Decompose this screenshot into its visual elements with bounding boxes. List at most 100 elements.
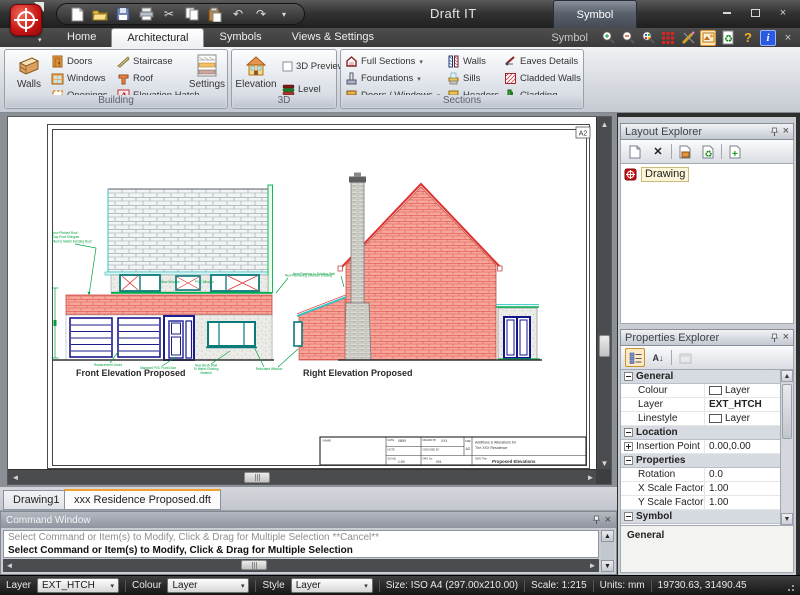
open-folder-icon[interactable] <box>92 6 108 22</box>
tab-home[interactable]: Home <box>52 28 111 47</box>
scroll-up-icon[interactable]: ▲ <box>601 530 614 542</box>
vertical-scroll-thumb[interactable] <box>782 384 792 439</box>
canvas-horizontal-scrollbar[interactable]: ◄ ► <box>8 469 598 484</box>
command-vertical-scrollbar[interactable]: ▲ ▼ <box>601 530 614 572</box>
application-menu-button[interactable]: ▾ <box>8 2 48 44</box>
layer-dropdown[interactable]: EXT_HTCH▾ <box>37 578 119 593</box>
settings-button[interactable]: Settings <box>187 52 227 96</box>
collapse-icon[interactable] <box>624 428 633 437</box>
pin-icon[interactable] <box>592 515 601 525</box>
style-dropdown[interactable]: Layer▾ <box>291 578 373 593</box>
new-layout-icon[interactable] <box>625 142 645 161</box>
property-group-location[interactable]: Location <box>621 426 780 440</box>
doc-tab-residence[interactable]: xxx Residence Proposed.dft <box>64 489 221 510</box>
tab-views-settings[interactable]: Views & Settings <box>277 28 389 47</box>
drawing-board-icon[interactable] <box>700 30 716 46</box>
sort-alphabetical-icon[interactable]: A↓ <box>648 348 668 367</box>
draw-mode-icon[interactable] <box>680 30 696 46</box>
snap-grid-icon[interactable] <box>660 30 676 46</box>
tab-symbols[interactable]: Symbols <box>204 28 276 47</box>
staircase-button[interactable]: Staircase <box>117 54 173 69</box>
scroll-up-icon[interactable]: ▲ <box>597 117 612 132</box>
vertical-scroll-thumb[interactable] <box>599 335 610 357</box>
scroll-right-icon[interactable]: ► <box>586 559 599 572</box>
foundations-button[interactable]: Foundations▾ <box>345 71 421 86</box>
help-icon[interactable]: ? <box>740 30 756 46</box>
save-icon[interactable] <box>115 6 131 22</box>
property-row-layer[interactable]: LayerEXT_HTCH <box>621 398 780 412</box>
property-row-xscale[interactable]: X Scale Factor1.00 <box>621 482 780 496</box>
collapse-icon[interactable] <box>624 456 633 465</box>
layout-up-icon[interactable] <box>675 142 695 161</box>
property-row-insertion-point[interactable]: Insertion Point0.00,0.00 <box>621 440 780 454</box>
expand-icon[interactable] <box>624 442 633 451</box>
horizontal-scroll-thumb[interactable] <box>241 560 267 570</box>
sills-button[interactable]: Sills <box>447 71 480 86</box>
scroll-down-icon[interactable]: ▼ <box>781 513 793 525</box>
regenerate-icon[interactable]: ♻ <box>720 30 736 46</box>
roof-button[interactable]: Roof <box>117 71 153 86</box>
dropdown-caret-icon[interactable]: ▾ <box>417 75 421 83</box>
pin-icon[interactable] <box>770 127 779 137</box>
command-history[interactable]: Select Command or Item(s) to Modify, Cli… <box>3 530 599 558</box>
close-panel-icon[interactable]: × <box>783 332 789 343</box>
maximize-button[interactable] <box>746 6 764 19</box>
layout-item-drawing[interactable]: Drawing <box>624 167 790 182</box>
undo-icon[interactable]: ↶ <box>230 6 246 22</box>
walls-button[interactable]: Walls <box>7 52 51 96</box>
property-row-yscale[interactable]: Y Scale Factor1.00 <box>621 496 780 510</box>
close-context-icon[interactable]: × <box>780 30 796 46</box>
minimize-button[interactable] <box>718 6 736 19</box>
canvas-vertical-scrollbar[interactable]: ▲ ▼ <box>596 117 611 471</box>
property-group-symbol[interactable]: Symbol <box>621 510 780 524</box>
windows-button[interactable]: Windows <box>51 71 106 86</box>
scroll-left-icon[interactable]: ◄ <box>8 470 23 485</box>
tab-architectural[interactable]: Architectural <box>111 28 204 47</box>
command-horizontal-scrollbar[interactable]: ◄ ► <box>3 559 599 572</box>
scroll-up-icon[interactable]: ▲ <box>781 370 793 382</box>
qat-dropdown-icon[interactable]: ▾ <box>276 6 292 22</box>
property-row-linestyle[interactable]: LinestyleLayer <box>621 412 780 426</box>
close-button[interactable]: × <box>774 6 792 19</box>
scroll-left-icon[interactable]: ◄ <box>3 559 16 572</box>
categorized-view-icon[interactable] <box>625 348 645 367</box>
cladded-walls-button[interactable]: Cladded Walls <box>504 71 581 86</box>
redo-icon[interactable]: ↷ <box>253 6 269 22</box>
zoom-in-icon[interactable] <box>600 30 616 46</box>
doors-button[interactable]: Doors <box>51 54 92 69</box>
refresh-layout-icon[interactable]: ♻ <box>698 142 718 161</box>
drawing-canvas[interactable]: A2 <box>7 116 612 485</box>
new-file-icon[interactable] <box>69 6 85 22</box>
doc-tab-drawing1[interactable]: Drawing1 <box>3 490 69 510</box>
colour-dropdown[interactable]: Layer▾ <box>167 578 249 593</box>
eaves-details-button[interactable]: Eaves Details <box>504 54 578 69</box>
property-group-properties[interactable]: Properties <box>621 454 780 468</box>
scroll-down-icon[interactable]: ▼ <box>601 560 614 572</box>
dropdown-caret-icon[interactable]: ▾ <box>419 58 423 66</box>
zoom-out-icon[interactable] <box>620 30 636 46</box>
paste-icon[interactable] <box>207 6 223 22</box>
zoom-extents-icon[interactable] <box>640 30 656 46</box>
copy-icon[interactable] <box>184 6 200 22</box>
contextual-tab-symbol[interactable]: Symbol <box>553 0 637 28</box>
delete-layout-icon[interactable]: ✕ <box>648 142 668 161</box>
elevation-button[interactable]: Elevation <box>234 52 278 96</box>
horizontal-scroll-thumb[interactable] <box>244 472 270 483</box>
close-panel-icon[interactable]: × <box>605 514 611 526</box>
full-sections-button[interactable]: Full Sections▾ <box>345 54 423 69</box>
collapse-icon[interactable] <box>624 512 633 521</box>
property-grid-scrollbar[interactable]: ▲ ▼ <box>780 370 793 525</box>
property-row-colour[interactable]: ColourLayer <box>621 384 780 398</box>
property-group-general[interactable]: General <box>621 370 780 384</box>
collapse-icon[interactable] <box>624 372 633 381</box>
section-walls-button[interactable]: Walls <box>447 54 486 69</box>
preview-3d-checkbox[interactable]: 3D Preview <box>282 59 345 74</box>
cut-icon[interactable]: ✂ <box>161 6 177 22</box>
property-row-rotation[interactable]: Rotation0.0 <box>621 468 780 482</box>
close-panel-icon[interactable]: × <box>783 126 789 137</box>
info-icon[interactable]: i <box>760 30 776 46</box>
pin-icon[interactable] <box>770 333 779 343</box>
add-layout-icon[interactable]: + <box>725 142 745 161</box>
resize-grip[interactable] <box>784 581 794 591</box>
print-icon[interactable] <box>138 6 154 22</box>
